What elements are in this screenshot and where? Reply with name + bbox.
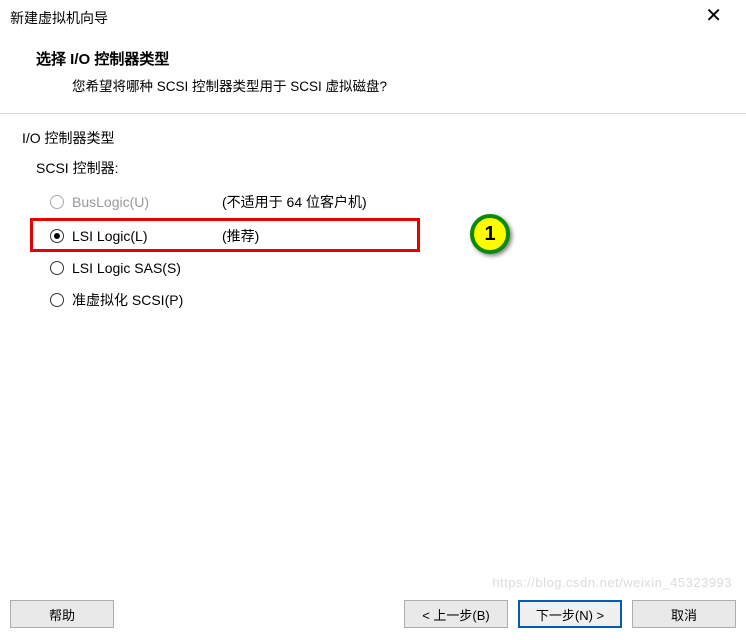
group-title: I/O 控制器类型 <box>22 128 720 148</box>
close-icon[interactable]: ✕ <box>699 4 728 28</box>
option-buslogic: BusLogic(U) (不适用于 64 位客户机) <box>50 192 720 212</box>
controller-label: SCSI 控制器: <box>36 158 720 178</box>
option-lsilogic[interactable]: LSI Logic(L) (推荐) 1 <box>50 226 720 246</box>
header-title: 选择 I/O 控制器类型 <box>36 48 710 69</box>
option-lsisas[interactable]: LSI Logic SAS(S) <box>50 260 720 276</box>
option-label: 准虚拟化 SCSI(P) <box>72 290 222 310</box>
radio-lsisas[interactable] <box>50 261 64 275</box>
option-label: BusLogic(U) <box>72 194 222 210</box>
radio-buslogic <box>50 195 64 209</box>
option-label: LSI Logic SAS(S) <box>72 260 222 276</box>
window-title: 新建虚拟机向导 <box>10 8 108 28</box>
content-panel: I/O 控制器类型 SCSI 控制器: BusLogic(U) (不适用于 64… <box>16 122 730 328</box>
help-button[interactable]: 帮助 <box>10 600 114 628</box>
watermark: https://blog.csdn.net/weixin_45323993 <box>492 575 732 590</box>
option-note: (推荐) <box>222 226 259 246</box>
wizard-header: 选择 I/O 控制器类型 您希望将哪种 SCSI 控制器类型用于 SCSI 虚拟… <box>0 32 746 113</box>
option-label: LSI Logic(L) <box>72 228 222 244</box>
cancel-button[interactable]: 取消 <box>632 600 736 628</box>
footer: 帮助 < 上一步(B) 下一步(N) > 取消 <box>0 596 746 640</box>
back-button[interactable]: < 上一步(B) <box>404 600 508 628</box>
annotation-badge: 1 <box>470 214 510 254</box>
radio-pvscsi[interactable] <box>50 293 64 307</box>
header-subtitle: 您希望将哪种 SCSI 控制器类型用于 SCSI 虚拟磁盘? <box>72 75 710 95</box>
option-pvscsi[interactable]: 准虚拟化 SCSI(P) <box>50 290 720 310</box>
option-note: (不适用于 64 位客户机) <box>222 192 367 212</box>
next-button[interactable]: 下一步(N) > <box>518 600 622 628</box>
radio-lsilogic[interactable] <box>50 229 64 243</box>
